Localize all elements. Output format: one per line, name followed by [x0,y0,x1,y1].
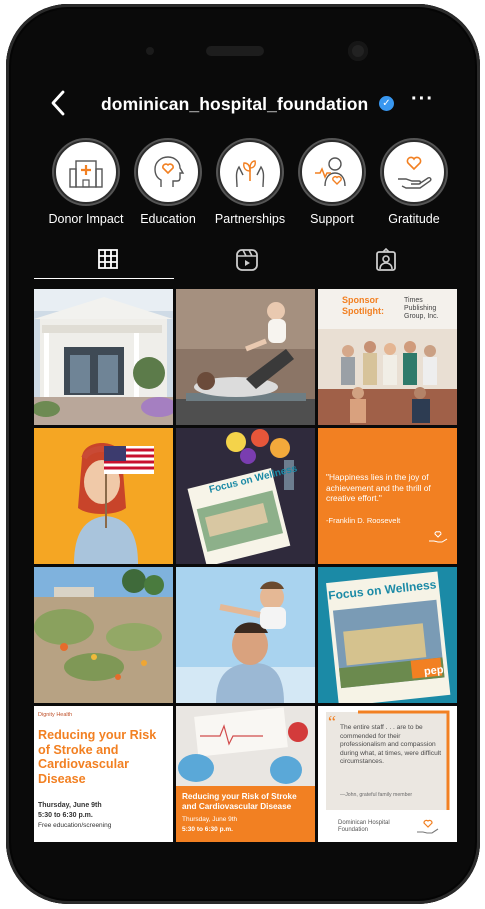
svg-text:“: “ [328,712,336,732]
post-family-testimonial[interactable]: “ The entire staff . . . are to be comme… [318,706,457,842]
profile-handle[interactable]: dominican_hospital_foundation [101,94,368,115]
sponsor-title: Sponsor Spotlight: [342,295,384,316]
tagged-icon [376,247,396,271]
hospital-icon [69,160,103,188]
verified-badge-icon: ✓ [379,96,394,111]
front-camera [348,41,368,61]
highlight-donor-impact[interactable]: Donor Impact [48,140,124,226]
highlight-label: Partnerships [214,212,286,226]
post-roosevelt-quote[interactable]: "Happiness lies in the joy of achievemen… [318,428,457,564]
post-father-son[interactable] [176,567,315,703]
post-stroke-event-photo[interactable]: Reducing your Risk of Stroke and Cardiov… [176,706,315,842]
event-title: Reducing your Risk of Stroke and Cardiov… [182,792,297,811]
magazine-badge: pep [423,664,445,678]
hand-heart-icon [398,156,432,189]
highlight-cover [382,140,446,204]
hospital-entrance-image [34,289,173,425]
speaker-grille [206,46,264,56]
event-date: Thursday, June 9th [38,802,102,809]
father-son-photo [176,567,315,703]
speaker-dot [146,47,154,55]
highlight-gratitude[interactable]: Gratitude [376,140,452,226]
highlight-label: Support [310,212,354,226]
post-flag-woman[interactable] [34,428,173,564]
post-sponsor-spotlight[interactable]: Sponsor Spotlight: Times Publishing Grou… [318,289,457,425]
hands-plant-icon [235,160,265,188]
highlight-education[interactable]: Education [130,140,206,226]
woman-with-flag-photo [34,428,173,564]
grid-icon [98,249,118,269]
org-name: Dominican Hospital Foundation [338,820,390,833]
highlight-support[interactable]: Support [294,140,370,226]
highlight-cover [136,140,200,204]
active-tab-indicator [34,278,174,279]
hand-heart-icon [429,531,448,543]
post-focus-wellness-cover[interactable]: Focus on Wellness pep [318,567,457,703]
highlight-cover [218,140,282,204]
post-garden[interactable] [34,567,173,703]
highlight-cover [54,140,118,204]
more-options-button[interactable]: ··· [411,88,434,111]
sponsor-company: Times Publishing Group, Inc. [404,297,439,320]
event-date: Thursday, June 9th [182,816,238,823]
highlight-label: Donor Impact [48,212,124,226]
posts-grid: Sponsor Spotlight: Times Publishing Grou… [34,289,457,842]
tab-reels[interactable] [235,248,261,274]
highlight-cover [300,140,364,204]
head-heart-icon [154,156,185,187]
testimonial-quote: The entire staff . . . are to be commend… [340,724,442,766]
back-button[interactable] [50,90,66,121]
highlight-label: Gratitude [388,212,440,226]
post-hospital-entrance[interactable] [34,289,173,425]
hand-heart-icon [417,819,439,834]
reels-icon [236,249,258,271]
tab-posts[interactable] [97,248,123,274]
ekg-stethoscope-photo [176,706,315,786]
post-stroke-event-flyer[interactable]: Dignity Health Reducing your Risk of Str… [34,706,173,842]
org-name: Dignity Health [38,712,73,718]
post-magazine-flowers[interactable]: Focus on Wellness [176,428,315,564]
quote-author: -Franklin D. Roosevelt [326,516,401,525]
person-heartbeat-icon [315,157,346,187]
event-time: 5:30 to 6:30 p.m. [182,826,233,833]
event-note: Free education/screening [38,822,112,829]
chevron-left-icon [51,90,65,116]
testimonial-author: —John, grateful family member [340,792,413,798]
garden-photo [34,567,173,703]
quote-text: "Happiness lies in the joy of achievemen… [326,472,431,503]
highlight-label: Education [140,212,196,226]
highlight-partnerships[interactable]: Partnerships [212,140,288,226]
content-tabs [34,242,454,280]
event-title: Reducing your Risk of Stroke and Cardiov… [38,728,157,786]
magazine-flowers-photo [176,428,315,564]
post-mother-baby-yoga[interactable] [176,289,315,425]
tab-tagged[interactable] [374,247,400,274]
event-time: 5:30 to 6:30 p.m. [38,812,93,819]
profile-header: dominican_hospital_foundation ✓ ··· [0,86,485,122]
mother-baby-photo [176,289,315,425]
